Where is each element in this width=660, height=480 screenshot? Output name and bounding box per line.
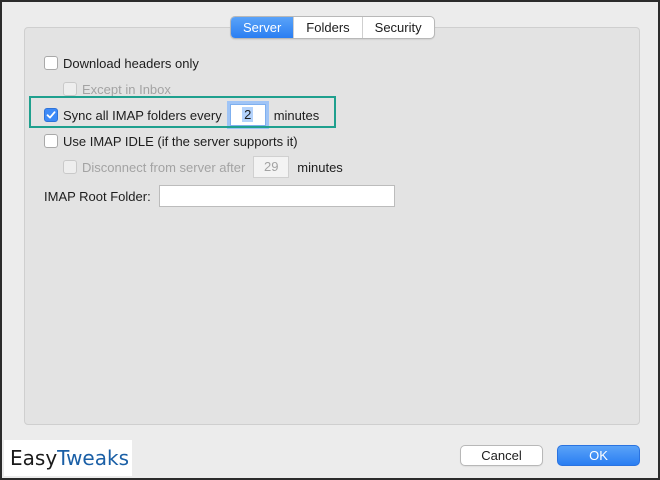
disconnect-checkbox[interactable] (63, 160, 77, 174)
sync-folders-label: Sync all IMAP folders every (63, 107, 222, 123)
download-headers-row: Download headers only (44, 53, 199, 73)
imap-idle-label: Use IMAP IDLE (if the server supports it… (63, 133, 298, 149)
imap-idle-row: Use IMAP IDLE (if the server supports it… (44, 131, 298, 151)
sync-interval-value: 2 (242, 107, 254, 122)
imap-idle-checkbox[interactable] (44, 134, 58, 148)
checkmark-icon (46, 111, 56, 119)
disconnect-interval-input[interactable]: 29 (253, 156, 290, 178)
sync-folders-row: Sync all IMAP folders every 2 minutes (44, 104, 320, 126)
tab-bar: Server Folders Security (230, 16, 435, 39)
tab-security[interactable]: Security (361, 17, 434, 38)
disconnect-interval-value: 29 (264, 159, 279, 174)
root-folder-row: IMAP Root Folder: (44, 185, 395, 207)
disconnect-row: Disconnect from server after 29 minutes (63, 156, 343, 178)
download-headers-label: Download headers only (63, 55, 199, 71)
except-inbox-label: Except in Inbox (82, 81, 171, 97)
except-inbox-row: Except in Inbox (63, 79, 171, 99)
sync-folders-checkbox[interactable] (44, 108, 58, 122)
ok-button[interactable]: OK (557, 445, 640, 466)
except-inbox-checkbox[interactable] (63, 82, 77, 96)
disconnect-minutes-label: minutes (297, 159, 343, 175)
logo-text-easy: Easy (10, 446, 58, 470)
account-settings-window: Server Folders Security Download headers… (0, 0, 660, 480)
easytweaks-logo: Easy Tweaks (4, 440, 132, 476)
cancel-button[interactable]: Cancel (460, 445, 543, 466)
tab-server[interactable]: Server (231, 17, 294, 38)
disconnect-label: Disconnect from server after (82, 159, 246, 175)
tab-folders[interactable]: Folders (293, 17, 361, 38)
sync-interval-input[interactable]: 2 (229, 104, 266, 126)
logo-text-tweaks: Tweaks (57, 446, 129, 470)
root-folder-label: IMAP Root Folder: (44, 188, 151, 204)
root-folder-input[interactable] (158, 185, 395, 207)
download-headers-checkbox[interactable] (44, 56, 58, 70)
sync-minutes-label: minutes (273, 107, 320, 123)
